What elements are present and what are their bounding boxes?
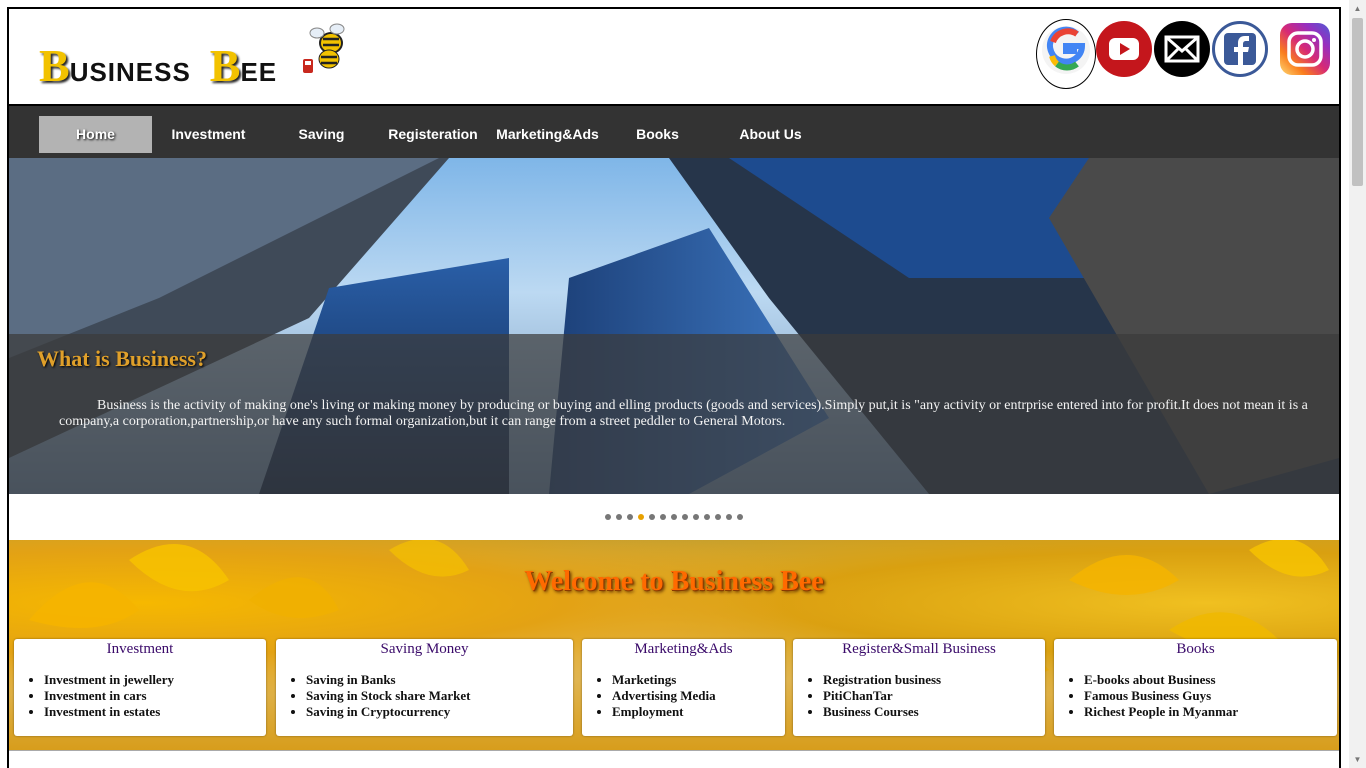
nav-investment[interactable]: Investment xyxy=(152,116,265,153)
card-saving-money: Saving Money Saving in Banks Saving in S… xyxy=(276,639,573,736)
logo-letter-b: B xyxy=(39,40,70,91)
slider-dot[interactable] xyxy=(737,514,743,520)
instagram-icon[interactable] xyxy=(1280,23,1330,75)
footer-edge xyxy=(9,750,1339,768)
slider-dot[interactable] xyxy=(660,514,666,520)
hero-text: Business is the activity of making one's… xyxy=(59,398,1308,429)
slider-dot[interactable] xyxy=(726,514,732,520)
scroll-down-icon[interactable]: ▼ xyxy=(1349,751,1366,768)
bee-mascot-icon xyxy=(303,23,345,73)
hero-title: What is Business? xyxy=(37,346,207,371)
youtube-icon[interactable] xyxy=(1096,21,1152,77)
site-header: BUSINESS BEE xyxy=(9,9,1339,106)
slider-dot[interactable] xyxy=(693,514,699,520)
nav-marketing-ads[interactable]: Marketing&Ads xyxy=(491,116,604,153)
card-books: Books E-books about Business Famous Busi… xyxy=(1054,639,1337,736)
nav-home[interactable]: Home xyxy=(39,116,152,153)
list-item[interactable]: Famous Business Guys xyxy=(1084,688,1337,704)
slider-dot[interactable] xyxy=(627,514,633,520)
slider-dot[interactable] xyxy=(671,514,677,520)
slider-dot[interactable] xyxy=(704,514,710,520)
list-item[interactable]: Business Courses xyxy=(823,704,1045,720)
slider-dots xyxy=(9,494,1339,540)
card-register-small-business: Register&Small Business Registration bus… xyxy=(793,639,1045,736)
slider-dot[interactable] xyxy=(616,514,622,520)
logo-text-usiness: USINESS xyxy=(69,57,191,87)
hero-slider: What is Business? Business is the activi… xyxy=(9,158,1339,494)
mail-icon[interactable] xyxy=(1154,21,1210,77)
main-nav: Home Investment Saving Registeration Mar… xyxy=(9,106,1339,158)
card-investment: Investment Investment in jewellery Inves… xyxy=(14,639,266,736)
list-item[interactable]: Richest People in Myanmar xyxy=(1084,704,1337,720)
page-scrollbar[interactable]: ▲ ▼ xyxy=(1349,0,1366,768)
nav-saving[interactable]: Saving xyxy=(265,116,378,153)
slider-dot[interactable] xyxy=(682,514,688,520)
list-item[interactable]: Saving in Cryptocurrency xyxy=(306,704,573,720)
slider-dot[interactable] xyxy=(638,514,644,520)
list-item[interactable]: Registration business xyxy=(823,672,1045,688)
list-item[interactable]: Employment xyxy=(612,704,785,720)
hero-caption: What is Business? Business is the activi… xyxy=(9,334,1339,494)
card-title[interactable]: Books xyxy=(1054,639,1337,658)
slider-dot[interactable] xyxy=(715,514,721,520)
slider-dot[interactable] xyxy=(605,514,611,520)
list-item[interactable]: Investment in estates xyxy=(44,704,266,720)
card-title[interactable]: Saving Money xyxy=(276,639,573,658)
google-icon[interactable] xyxy=(1036,19,1096,89)
card-title[interactable]: Marketing&Ads xyxy=(582,639,785,658)
list-item[interactable]: Investment in cars xyxy=(44,688,266,704)
site-logo[interactable]: BUSINESS BEE xyxy=(39,39,278,91)
card-title[interactable]: Investment xyxy=(14,639,266,658)
list-item[interactable]: Saving in Stock share Market xyxy=(306,688,573,704)
list-item[interactable]: E-books about Business xyxy=(1084,672,1337,688)
list-item[interactable]: Investment in jewellery xyxy=(44,672,266,688)
list-item[interactable]: PitiChanTar xyxy=(823,688,1045,704)
logo-text-ee: EE xyxy=(240,57,278,87)
list-item[interactable]: Advertising Media xyxy=(612,688,785,704)
logo-letter-b2: B xyxy=(209,40,241,91)
card-marketing-ads: Marketing&Ads Marketings Advertising Med… xyxy=(582,639,785,736)
page-frame: BUSINESS BEE Home Investment Saving Regi… xyxy=(7,7,1341,768)
nav-registeration[interactable]: Registeration xyxy=(378,116,488,153)
list-item[interactable]: Saving in Banks xyxy=(306,672,573,688)
nav-about-us[interactable]: About Us xyxy=(714,116,827,153)
list-item[interactable]: Marketings xyxy=(612,672,785,688)
scroll-thumb[interactable] xyxy=(1352,18,1363,186)
welcome-title: Welcome to Business Bee xyxy=(524,566,824,597)
scroll-up-icon[interactable]: ▲ xyxy=(1349,0,1366,17)
facebook-icon[interactable] xyxy=(1212,21,1268,77)
nav-books[interactable]: Books xyxy=(601,116,714,153)
welcome-section: Welcome to Business Bee Investment Inves… xyxy=(9,540,1339,750)
card-title[interactable]: Register&Small Business xyxy=(793,639,1045,658)
slider-dot[interactable] xyxy=(649,514,655,520)
